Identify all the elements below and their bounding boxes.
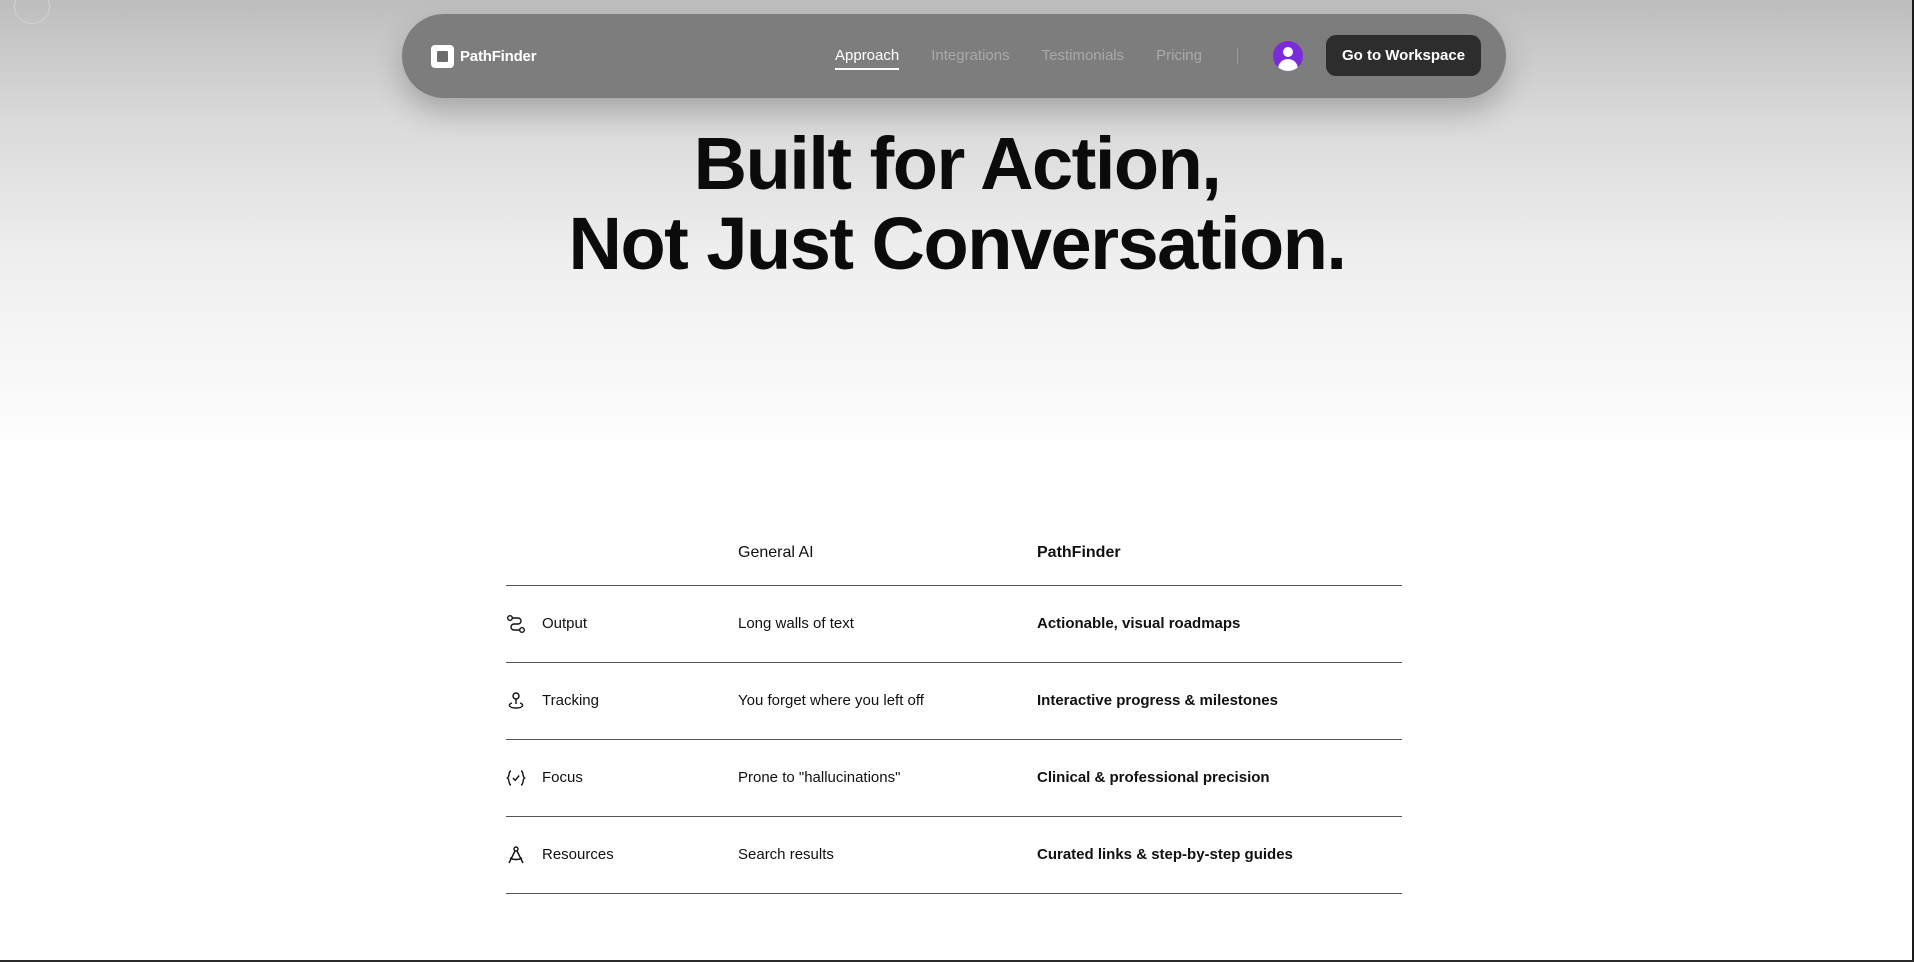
nav-divider [1237,48,1238,64]
row-pathfinder: Interactive progress & milestones [1037,692,1278,709]
braces-check-icon [506,770,526,786]
comparison-table: General AI PathFinder Output Long walls … [506,538,1402,894]
hero-title: Built for Action, Not Just Conversation. [0,124,1914,284]
nav-links: Approach Integrations Testimonials Prici… [835,47,1234,70]
row-pathfinder: Actionable, visual roadmaps [1037,615,1241,632]
row-general-ai: Search results [738,846,834,863]
row-label: Focus [542,769,583,786]
nav-link-testimonials[interactable]: Testimonials [1042,47,1125,64]
row-general-ai: Prone to "hallucinations" [738,769,901,786]
top-navbar: PathFinder Approach Integrations Testimo… [402,14,1506,98]
route-icon [507,615,525,633]
hero-title-line-2: Not Just Conversation. [568,202,1348,285]
user-avatar[interactable] [1273,41,1303,71]
nav-link-integrations[interactable]: Integrations [931,47,1009,64]
compass-icon [508,846,524,864]
nav-link-pricing[interactable]: Pricing [1156,47,1202,64]
row-label: Resources [542,846,614,863]
row-pathfinder: Curated links & step-by-step guides [1037,846,1293,863]
row-pathfinder: Clinical & professional precision [1037,769,1270,786]
comparison-header: General AI PathFinder [506,538,1402,586]
comparison-row-output: Output Long walls of text Actionable, vi… [506,586,1402,663]
row-general-ai: Long walls of text [738,615,854,632]
hero-title-line-1: Built for Action, [693,122,1222,205]
comparison-row-tracking: Tracking You forget where you left off I… [506,663,1402,740]
comparison-row-resources: Resources Search results Curated links &… [506,817,1402,894]
brand-name: PathFinder [460,48,537,65]
go-to-workspace-button[interactable]: Go to Workspace [1326,35,1481,76]
nav-link-approach[interactable]: Approach [835,47,900,70]
row-label: Tracking [542,692,599,709]
map-pin-icon [508,692,524,709]
comparison-row-focus: Focus Prone to "hallucinations" Clinical… [506,740,1402,817]
row-label: Output [542,615,588,632]
row-general-ai: You forget where you left off [738,692,924,709]
header-general-ai: General AI [738,544,814,561]
brand[interactable]: PathFinder [431,45,537,68]
brand-logo-icon [431,45,454,68]
header-pathfinder: PathFinder [1037,544,1121,561]
